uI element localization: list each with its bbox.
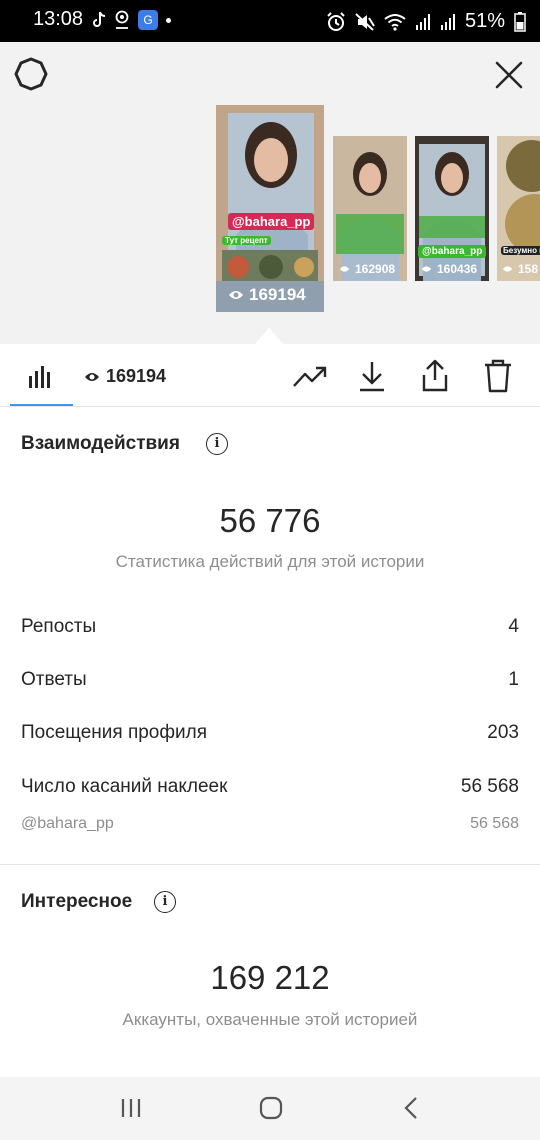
- battery-icon: [514, 11, 526, 32]
- stat-value: 56 568: [460, 776, 519, 797]
- stat-value: 56 568: [470, 815, 519, 832]
- eye-icon: [339, 266, 350, 272]
- story-caption: Безумно кр: [501, 246, 540, 255]
- status-bar: 13:08 G 51%: [0, 0, 540, 42]
- bar-chart-icon[interactable]: [28, 362, 56, 388]
- wifi-icon: [384, 13, 406, 31]
- trend-icon[interactable]: [292, 358, 328, 394]
- download-icon[interactable]: [354, 358, 390, 394]
- stat-row-profile-visits: Посещения профиля 203: [21, 722, 519, 744]
- eye-icon: [85, 372, 99, 381]
- story-views: 158: [502, 262, 538, 276]
- back-icon[interactable]: [397, 1093, 427, 1123]
- story-caption: Тут рецепт: [222, 236, 271, 245]
- stat-value: 1: [508, 669, 519, 690]
- interactions-title: Взаимодействия: [21, 433, 180, 454]
- discovery-title: Интересное: [21, 891, 133, 912]
- story-views: 162908: [339, 262, 395, 276]
- stat-label: Ответы: [21, 669, 87, 690]
- story-views: 160436: [421, 262, 477, 276]
- story-views-count: 160436: [437, 262, 478, 276]
- eye-icon: [421, 266, 432, 272]
- app-badge-icon: G: [138, 10, 158, 30]
- stat-row-replies: Ответы 1: [21, 669, 519, 691]
- story-preview-strip: @bahara_pp Тут рецепт 169194 162908 @bah…: [0, 42, 540, 344]
- signal-icon: [440, 13, 455, 30]
- stat-label: Репосты: [21, 616, 97, 637]
- story-thumbnail[interactable]: 162908: [333, 136, 407, 281]
- stat-row-reposts: Репосты 4: [21, 616, 519, 638]
- stat-label: Число касаний наклеек: [21, 776, 228, 797]
- share-icon[interactable]: [417, 358, 453, 394]
- story-photo: [497, 136, 540, 281]
- stat-value: 4: [508, 616, 519, 637]
- close-icon[interactable]: [494, 60, 524, 90]
- eye-icon: [502, 266, 513, 272]
- system-nav-bar: [0, 1077, 540, 1140]
- location-icon: [115, 10, 129, 29]
- home-icon[interactable]: [256, 1093, 286, 1123]
- story-views-count: 162908: [355, 262, 396, 276]
- mute-icon: [355, 12, 375, 31]
- info-icon[interactable]: i: [154, 891, 176, 913]
- story-views-count: 158: [518, 262, 539, 276]
- battery-percent: 51%: [464, 10, 505, 32]
- info-icon[interactable]: i: [206, 433, 228, 455]
- tab-views-count: 169194: [106, 366, 167, 386]
- section-divider: [0, 864, 540, 865]
- eye-icon: [229, 291, 243, 299]
- story-photo: [216, 105, 324, 312]
- recent-apps-icon[interactable]: [116, 1093, 146, 1123]
- stat-row-sticker-taps: Число касаний наклеек 56 568: [21, 776, 519, 798]
- story-thumbnail[interactable]: Безумно кр 158: [497, 136, 540, 281]
- tab-views[interactable]: 169194: [84, 366, 166, 387]
- notification-dot: [166, 17, 171, 23]
- status-right-icons: 51%: [326, 10, 526, 33]
- story-photo: [333, 136, 407, 281]
- interactions-subtitle: Статистика действий для этой истории: [115, 552, 425, 571]
- interactions-total: 56 776: [219, 502, 321, 539]
- alarm-icon: [327, 11, 345, 31]
- story-thumbnail-selected[interactable]: @bahara_pp Тут рецепт 169194: [216, 105, 324, 312]
- insights-toolbar: 169194: [0, 344, 540, 407]
- tiktok-icon: [93, 11, 106, 27]
- story-mention-tag: @bahara_pp: [228, 213, 315, 230]
- status-time: 13:08: [33, 8, 84, 30]
- story-views: 169194: [228, 285, 306, 305]
- active-tab-indicator: [10, 404, 73, 406]
- stat-label: @bahara_pp: [21, 815, 114, 832]
- story-mention-tag: @bahara_pp: [418, 245, 487, 258]
- signal-icon: [415, 13, 430, 30]
- stat-value: 203: [487, 722, 519, 743]
- trash-icon[interactable]: [480, 358, 516, 394]
- story-photo: [415, 136, 489, 281]
- story-views-count: 169194: [249, 285, 306, 304]
- selection-pointer: [255, 328, 283, 344]
- discovery-subtitle: Аккаунты, охваченные этой историей: [122, 1010, 418, 1029]
- stat-row-mention-sticker: @bahara_pp 56 568: [21, 815, 519, 833]
- stat-label: Посещения профиля: [21, 722, 207, 743]
- status-left-icons: G: [92, 10, 171, 30]
- discovery-total: 169 212: [210, 959, 330, 996]
- story-thumbnail[interactable]: @bahara_pp 160436: [415, 136, 489, 281]
- settings-icon[interactable]: [14, 57, 48, 91]
